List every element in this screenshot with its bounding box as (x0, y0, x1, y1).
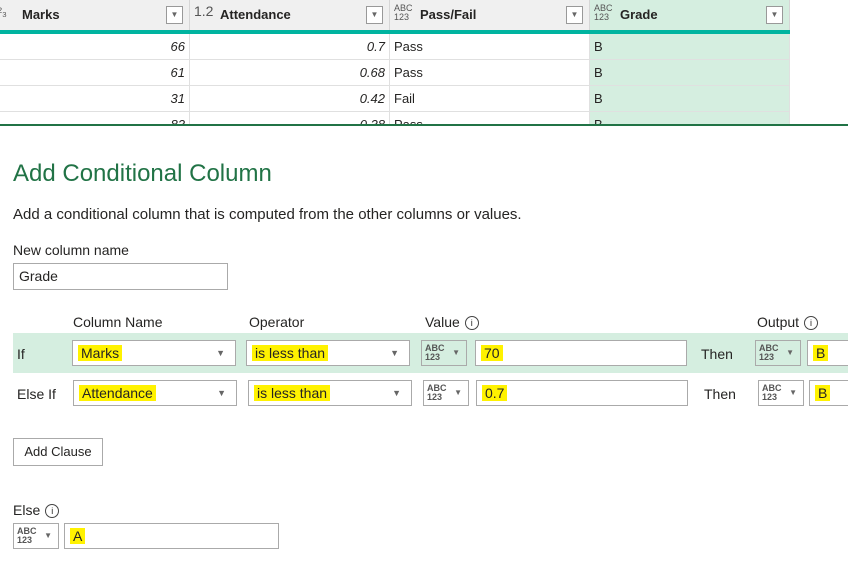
table-cell[interactable]: 83 (0, 112, 190, 124)
chevron-down-icon: ▼ (217, 388, 226, 398)
chevron-down-icon: ▼ (786, 348, 794, 357)
chevron-down-icon: ▼ (789, 388, 797, 397)
info-icon[interactable]: i (464, 316, 479, 331)
table-cell[interactable]: Fail (390, 86, 590, 112)
table-cell[interactable]: B (590, 86, 790, 112)
then-label: Then (704, 386, 736, 402)
output-input[interactable]: B (809, 380, 848, 406)
any-type-icon: ABC 123 (762, 383, 782, 402)
operator-header: Operator (249, 314, 305, 330)
filter-dropdown-icon[interactable]: ▼ (166, 6, 183, 24)
any-type-icon[interactable]: ABC 123 (594, 4, 614, 22)
any-type-icon: ABC 123 (17, 526, 37, 545)
output-type-dropdown[interactable]: ABC 123 ▼ (758, 380, 804, 406)
value-type-dropdown[interactable]: ABC 123 ▼ (423, 380, 469, 406)
clause-label: Else If (17, 386, 56, 402)
whole-number-type-icon[interactable]: ²₃ (0, 6, 7, 18)
else-type-dropdown[interactable]: ABC 123 ▼ (13, 523, 59, 549)
else-label: Else i (13, 502, 60, 519)
column-header-attendance[interactable]: 1.2 Attendance ▼ (190, 0, 390, 30)
chevron-down-icon: ▼ (454, 388, 462, 397)
chevron-down-icon: ▼ (392, 388, 401, 398)
dialog-description: Add a conditional column that is compute… (13, 206, 522, 223)
column-header-marks[interactable]: ²₃ Marks ▼ (0, 0, 190, 30)
decimal-type-icon[interactable]: 1.2 (194, 4, 213, 18)
output-type-dropdown[interactable]: ABC 123 ▼ (755, 340, 801, 366)
chevron-down-icon: ▼ (44, 531, 52, 540)
data-grid: ²₃ Marks ▼ 1.2 Attendance ▼ ABC 123 Pass… (0, 0, 790, 124)
dialog-title: Add Conditional Column (13, 160, 272, 187)
add-conditional-column-dialog: Add Conditional Column Add a conditional… (0, 126, 848, 565)
any-type-icon: ABC 123 (425, 343, 445, 362)
filter-dropdown-icon[interactable]: ▼ (566, 6, 583, 24)
table-cell[interactable]: B (590, 34, 790, 60)
then-label: Then (701, 346, 733, 362)
chevron-down-icon: ▼ (216, 348, 225, 358)
column-name-dropdown[interactable]: Attendance ▼ (73, 380, 237, 406)
table-cell[interactable]: Pass (390, 112, 590, 124)
else-value-input[interactable]: A (64, 523, 279, 549)
new-column-name-input[interactable]: Grade (13, 263, 228, 290)
column-name-header: Column Name (73, 314, 163, 330)
table-cell[interactable]: 0.38 (190, 112, 390, 124)
table-cell[interactable]: 0.42 (190, 86, 390, 112)
column-header-grade[interactable]: ABC 123 Grade ▼ (590, 0, 790, 30)
table-cell[interactable]: B (590, 60, 790, 86)
value-input[interactable]: 0.7 (476, 380, 688, 406)
any-type-icon: ABC 123 (759, 343, 779, 362)
info-icon[interactable]: i (804, 316, 819, 331)
info-icon[interactable]: i (45, 504, 60, 519)
table-cell[interactable]: B (590, 112, 790, 124)
output-input[interactable]: B (807, 340, 848, 366)
value-input[interactable]: 70 (475, 340, 687, 366)
value-type-dropdown[interactable]: ABC 123 ▼ (421, 340, 467, 366)
column-header-pass-fail[interactable]: ABC 123 Pass/Fail ▼ (390, 0, 590, 30)
table-cell[interactable]: Pass (390, 60, 590, 86)
chevron-down-icon: ▼ (390, 348, 399, 358)
add-clause-button[interactable]: Add Clause (13, 438, 103, 466)
value-header: Value i (425, 314, 479, 331)
table-cell[interactable]: Pass (390, 34, 590, 60)
table-cell[interactable]: 66 (0, 34, 190, 60)
table-cell[interactable]: 61 (0, 60, 190, 86)
any-type-icon[interactable]: ABC 123 (394, 4, 414, 22)
table-cell[interactable]: 0.7 (190, 34, 390, 60)
table-cell[interactable]: 0.68 (190, 60, 390, 86)
filter-dropdown-icon[interactable]: ▼ (366, 6, 383, 24)
operator-dropdown[interactable]: is less than ▼ (248, 380, 412, 406)
operator-dropdown[interactable]: is less than ▼ (246, 340, 410, 366)
filter-dropdown-icon[interactable]: ▼ (766, 6, 783, 24)
column-name-dropdown[interactable]: Marks ▼ (72, 340, 236, 366)
new-column-label: New column name (13, 242, 129, 258)
table-cell[interactable]: 31 (0, 86, 190, 112)
any-type-icon: ABC 123 (427, 383, 447, 402)
output-header: Output i (757, 314, 819, 331)
clause-label: If (17, 346, 25, 362)
chevron-down-icon: ▼ (452, 348, 460, 357)
